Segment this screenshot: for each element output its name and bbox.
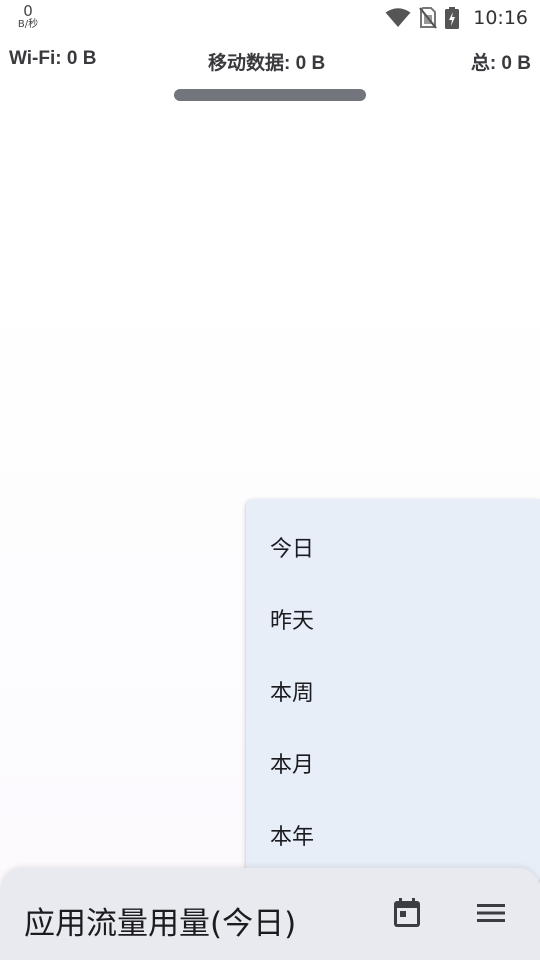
menu-item-yesterday[interactable]: 昨天 (246, 583, 540, 655)
network-speed-indicator: 0 B/秒 (14, 4, 42, 30)
network-speed-unit: B/秒 (17, 19, 39, 30)
status-bar: 0 B/秒 10:16 (0, 0, 540, 38)
calendar-button[interactable] (390, 898, 424, 932)
status-clock: 10:16 (473, 7, 528, 29)
menu-icon (476, 902, 506, 928)
page-title: 应用流量用量(今日) (24, 906, 297, 942)
no-sim-icon (419, 7, 438, 29)
menu-item-this-month[interactable]: 本月 (246, 727, 540, 799)
period-menu: 今日 昨天 本周 本月 本年 (246, 499, 540, 883)
calendar-icon (392, 897, 422, 933)
wifi-total: Wi-Fi: 0 B (9, 48, 97, 69)
overall-total: 总: 0 B (470, 53, 531, 74)
traffic-summary: Wi-Fi: 0 B 移动数据: 0 B 总: 0 B (0, 48, 540, 74)
battery-charging-icon (445, 7, 460, 29)
wifi-icon (385, 8, 411, 28)
status-icons: 10:16 (385, 6, 528, 30)
menu-item-today[interactable]: 今日 (246, 511, 540, 583)
menu-item-this-week[interactable]: 本周 (246, 655, 540, 727)
menu-item-this-year[interactable]: 本年 (246, 799, 540, 871)
drag-handle[interactable] (174, 89, 366, 101)
mobile-data-total: 移动数据: 0 B (208, 53, 326, 74)
network-speed-value: 0 (23, 2, 33, 20)
menu-button[interactable] (474, 898, 508, 932)
bottom-app-bar: 应用流量用量(今日) (0, 868, 540, 960)
